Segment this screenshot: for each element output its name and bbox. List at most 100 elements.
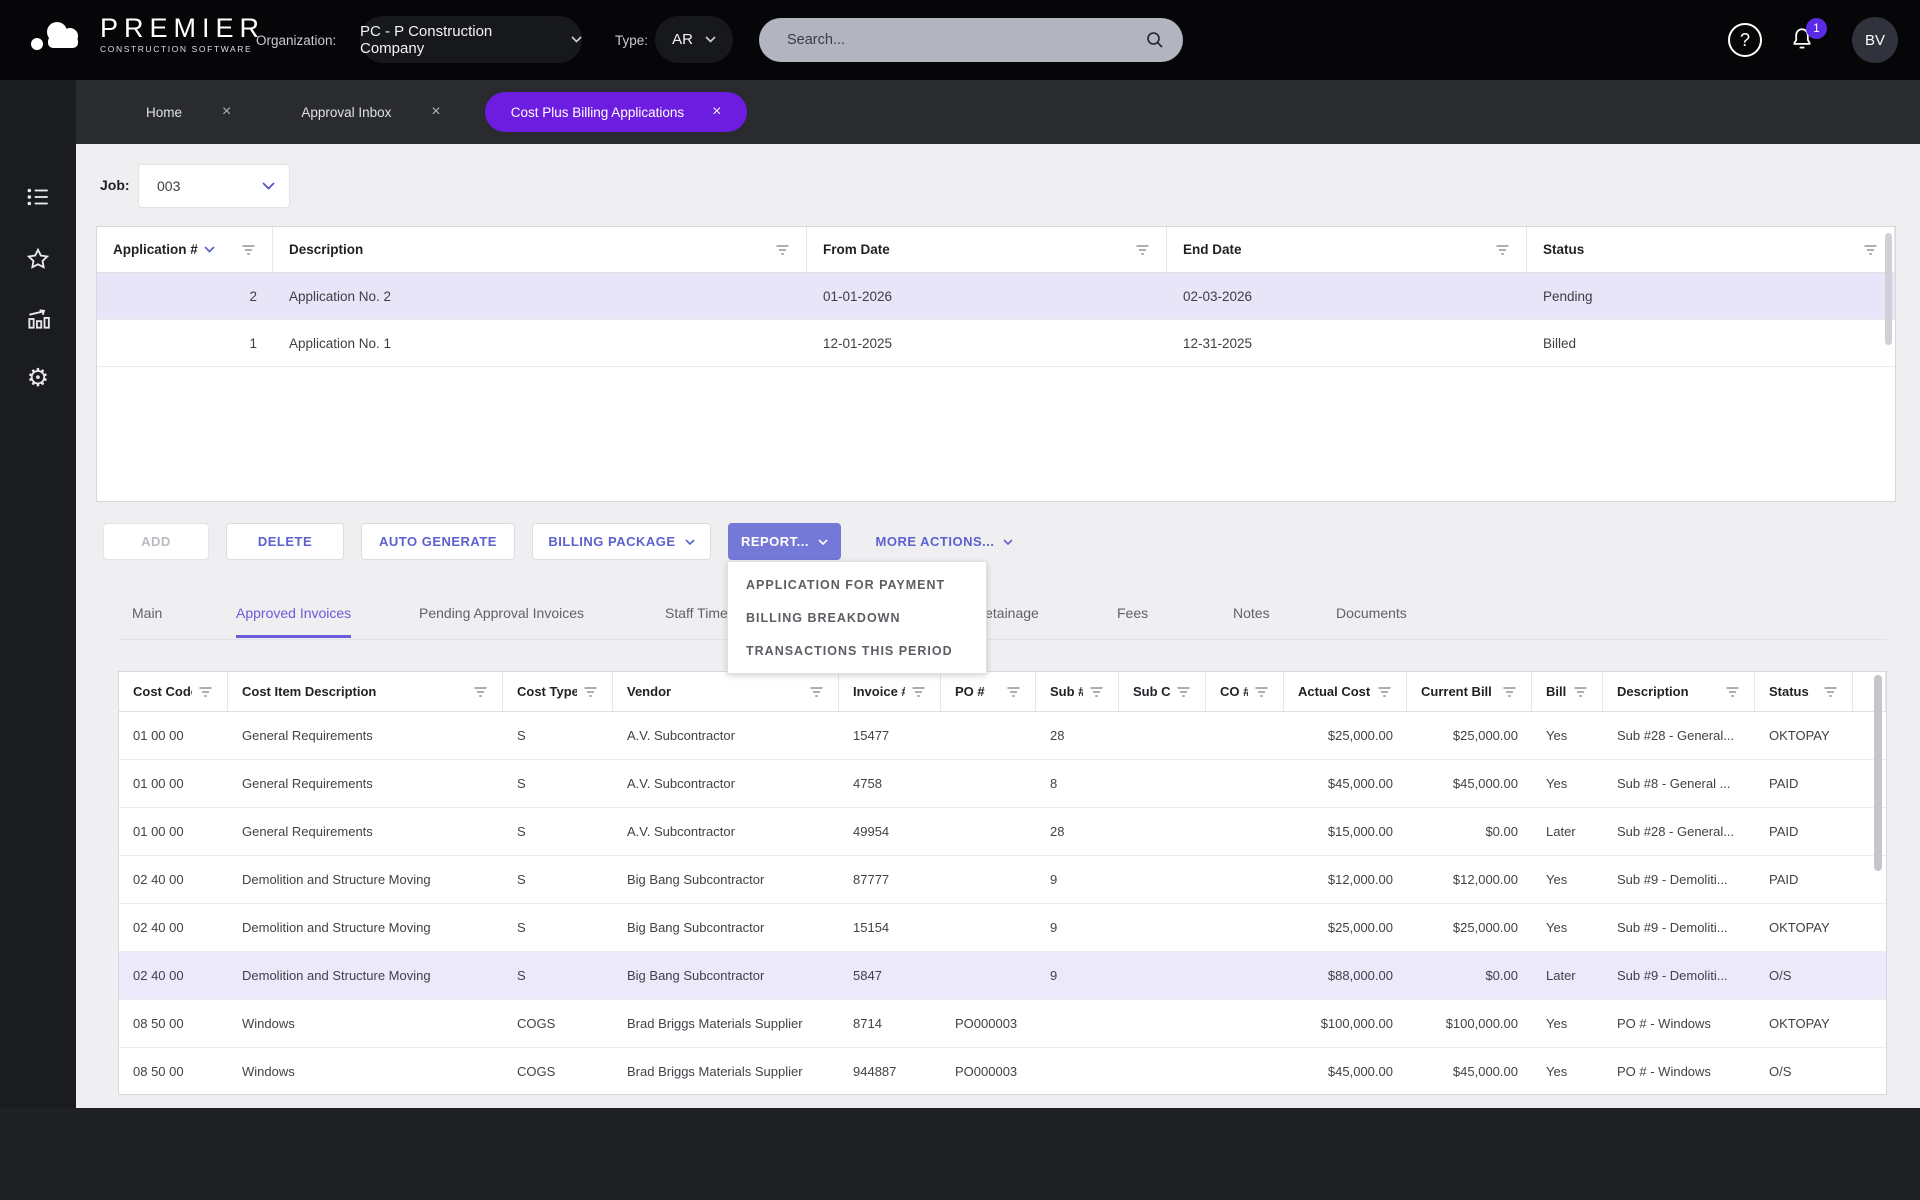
billing-package-button[interactable]: BILLING PACKAGE <box>532 523 711 560</box>
invoices-table-scrollbar[interactable] <box>1874 675 1882 871</box>
table-row[interactable]: 01 00 00General RequirementsSA.V. Subcon… <box>119 760 1886 808</box>
table-row[interactable]: 02 40 00Demolition and Structure MovingS… <box>119 856 1886 904</box>
detail-tab-pending-approval-invoices[interactable]: Pending Approval Invoices <box>419 605 584 635</box>
window-tabs: Home× Approval Inbox× Cost Plus Billing Ap… <box>76 80 1920 144</box>
detail-tab-documents[interactable]: Documents <box>1336 605 1407 635</box>
organization-value: PC - P Construction Company <box>360 23 559 57</box>
filter-icon[interactable] <box>1135 244 1150 256</box>
table-row[interactable]: 02 40 00Demolition and Structure MovingS… <box>119 952 1886 1000</box>
menu-item[interactable]: APPLICATION FOR PAYMENT <box>728 568 986 601</box>
applications-table-scrollbar[interactable] <box>1885 233 1892 345</box>
filter-icon[interactable] <box>583 686 598 698</box>
table-row[interactable]: 2Application No. 201-01-202602-03-2026Pe… <box>97 273 1895 320</box>
app-logo[interactable]: PREMIER CONSTRUCTION SOFTWARE <box>30 14 265 54</box>
column-header[interactable]: Cost Code <box>119 672 228 711</box>
column-header[interactable]: Actual Cost <box>1284 672 1407 711</box>
column-header[interactable]: Cost Item Description <box>228 672 503 711</box>
filter-icon[interactable] <box>198 686 213 698</box>
table-row[interactable]: 02 40 00Demolition and Structure MovingS… <box>119 904 1886 952</box>
filter-icon[interactable] <box>1176 686 1191 698</box>
filter-icon[interactable] <box>1377 686 1392 698</box>
more-actions-button[interactable]: MORE ACTIONS... <box>858 523 1031 560</box>
detail-tab-staff-time[interactable]: Staff Time <box>665 605 728 635</box>
brand-name: PREMIER <box>100 14 265 42</box>
avatar[interactable]: BV <box>1852 17 1898 63</box>
table-row[interactable]: 1Application No. 112-01-202512-31-2025Bi… <box>97 320 1895 367</box>
column-header[interactable]: CO # <box>1206 672 1284 711</box>
column-header[interactable]: From Date <box>807 227 1167 272</box>
column-header[interactable]: End Date <box>1167 227 1527 272</box>
cell-status: OKTOPAY <box>1755 712 1853 759</box>
filter-icon[interactable] <box>1725 686 1740 698</box>
window-tab[interactable]: Cost Plus Billing Applications× <box>485 92 748 132</box>
filter-icon[interactable] <box>911 686 926 698</box>
column-header[interactable]: Bill? <box>1532 672 1603 711</box>
filter-icon[interactable] <box>1823 686 1838 698</box>
filter-icon[interactable] <box>1863 244 1878 256</box>
filter-icon[interactable] <box>775 244 790 256</box>
search-input[interactable] <box>759 32 1145 48</box>
filter-icon[interactable] <box>241 244 256 256</box>
table-row[interactable]: 08 50 00WindowsCOGSBrad Briggs Materials… <box>119 1000 1886 1048</box>
search-bar[interactable] <box>759 18 1183 62</box>
reports-chart-icon[interactable] <box>24 305 52 333</box>
detail-tab-main[interactable]: Main <box>132 605 162 635</box>
cell-status: PAID <box>1755 856 1853 903</box>
column-header[interactable]: Description <box>1603 672 1755 711</box>
organization-select[interactable]: PC - P Construction Company <box>360 16 582 63</box>
cell-vendor: Big Bang Subcontractor <box>613 904 839 951</box>
notification-badge: 1 <box>1806 18 1827 39</box>
detail-tab-notes[interactable]: Notes <box>1233 605 1270 635</box>
settings-gear-icon[interactable]: ⚙ <box>24 364 52 392</box>
column-header[interactable]: PO # <box>941 672 1036 711</box>
close-icon[interactable]: × <box>431 103 440 121</box>
close-icon[interactable]: × <box>712 103 721 121</box>
column-header[interactable]: Vendor <box>613 672 839 711</box>
detail-tab-fees[interactable]: Fees <box>1117 605 1148 635</box>
auto-generate-button[interactable]: AUTO GENERATE <box>361 523 515 560</box>
filter-icon[interactable] <box>1495 244 1510 256</box>
window-tab[interactable]: Home× <box>120 92 257 132</box>
close-icon[interactable]: × <box>222 103 231 121</box>
favorites-star-icon[interactable] <box>24 245 52 273</box>
filter-icon[interactable] <box>1089 686 1104 698</box>
filter-icon[interactable] <box>1254 686 1269 698</box>
type-label: Type: <box>615 33 648 48</box>
table-row[interactable]: 08 50 00WindowsCOGSBrad Briggs Materials… <box>119 1048 1886 1096</box>
column-header-label: PO # <box>955 684 985 699</box>
column-header[interactable]: Description <box>273 227 807 272</box>
cell-actual-cost: $15,000.00 <box>1284 808 1407 855</box>
table-row[interactable]: 01 00 00General RequirementsSA.V. Subcon… <box>119 808 1886 856</box>
type-select[interactable]: AR <box>655 16 733 63</box>
column-header-text: Cost Type <box>517 684 577 699</box>
menu-item[interactable]: TRANSACTIONS THIS PERIOD <box>728 634 986 667</box>
column-header[interactable]: Current Bill <box>1407 672 1532 711</box>
filter-icon[interactable] <box>1573 686 1588 698</box>
cell-invoice-no: 49954 <box>839 808 941 855</box>
notifications-button[interactable]: 1 <box>1788 24 1820 56</box>
column-header[interactable]: Invoice # <box>839 672 941 711</box>
filter-icon[interactable] <box>1006 686 1021 698</box>
menu-item[interactable]: BILLING BREAKDOWN <box>728 601 986 634</box>
job-select[interactable]: 003 <box>138 164 290 208</box>
window-tab[interactable]: Approval Inbox× <box>275 92 466 132</box>
add-button[interactable]: ADD <box>103 523 209 560</box>
delete-button[interactable]: DELETE <box>226 523 344 560</box>
filter-icon[interactable] <box>809 686 824 698</box>
column-header[interactable]: Status <box>1527 227 1895 272</box>
column-header[interactable]: Sub CO <box>1119 672 1206 711</box>
cell-sub-no: 9 <box>1036 904 1119 951</box>
filter-icon[interactable] <box>473 686 488 698</box>
search-icon[interactable] <box>1145 30 1165 50</box>
column-header[interactable]: Status <box>1755 672 1853 711</box>
column-header[interactable]: Application # <box>97 227 273 272</box>
column-header[interactable]: Cost Type <box>503 672 613 711</box>
list-menu-icon[interactable] <box>24 183 52 211</box>
help-button[interactable]: ? <box>1728 23 1762 57</box>
filter-icon[interactable] <box>1502 686 1517 698</box>
column-header[interactable]: Sub # <box>1036 672 1119 711</box>
detail-tab-approved-invoices[interactable]: Approved Invoices <box>236 605 351 638</box>
cell-cost-type: COGS <box>503 1000 613 1047</box>
table-row[interactable]: 01 00 00General RequirementsSA.V. Subcon… <box>119 712 1886 760</box>
report-button[interactable]: REPORT... <box>728 523 841 560</box>
